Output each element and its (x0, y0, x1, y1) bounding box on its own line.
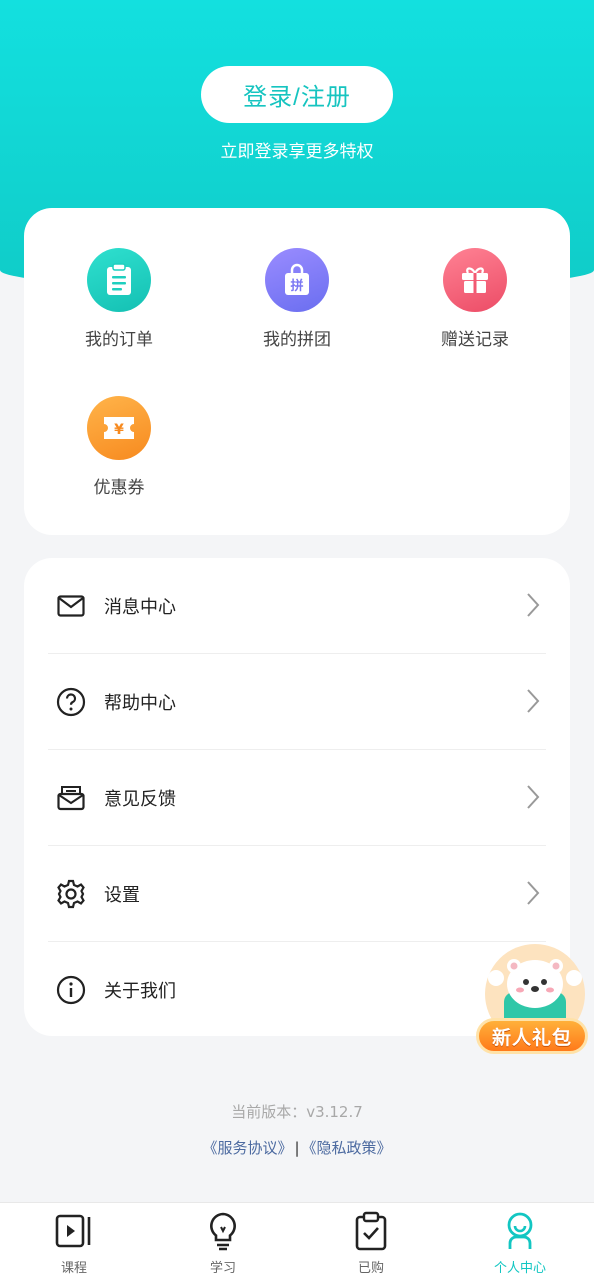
my-orders-label: 我的订单 (85, 330, 153, 350)
menu-item-settings[interactable]: 设置 (48, 846, 546, 941)
tab-purchased[interactable]: 已购 (321, 1211, 421, 1276)
login-tip-text: 立即登录享更多特权 (220, 142, 374, 162)
login-register-button[interactable]: 登录/注册 (201, 66, 393, 123)
menu-item-messages[interactable]: 消息中心 (48, 558, 546, 653)
tab-study[interactable]: 学习 (173, 1211, 273, 1276)
menu-item-about[interactable]: 关于我们 (48, 942, 546, 1037)
person-icon (507, 1212, 533, 1249)
chevron-right-icon (526, 784, 540, 814)
mail-icon (56, 591, 86, 621)
bottom-tab-bar: 课程 学习 已购 个人中心 (0, 1202, 594, 1281)
legal-links: 《服务协议》 | 《隐私政策》 (0, 1137, 594, 1158)
feedback-envelope-icon (56, 783, 86, 813)
gift-records-label: 赠送记录 (441, 330, 509, 350)
group-buy-bag-icon: 拼 (265, 248, 329, 312)
coupon-ticket-icon: ¥ (87, 396, 151, 460)
tab-label: 已购 (357, 1261, 384, 1276)
menu-item-feedback[interactable]: 意见反馈 (48, 750, 546, 845)
svg-text:¥: ¥ (114, 422, 124, 438)
info-circle-icon (56, 975, 86, 1005)
lightbulb-icon (210, 1212, 236, 1251)
svg-text:拼: 拼 (290, 278, 303, 294)
link-separator: | (294, 1139, 300, 1157)
menu-item-label: 意见反馈 (104, 788, 176, 810)
help-circle-icon (56, 687, 86, 717)
gear-icon (56, 879, 86, 909)
chevron-right-icon (526, 688, 540, 718)
menu-item-label: 关于我们 (104, 980, 176, 1002)
tab-label: 个人中心 (493, 1261, 546, 1276)
video-course-icon (55, 1214, 91, 1248)
tab-label: 课程 (60, 1261, 87, 1276)
service-agreement-link[interactable]: 《服务协议》 (202, 1139, 292, 1157)
my-orders-item[interactable]: 我的订单 (59, 248, 179, 350)
new-user-gift-button[interactable]: 新人礼包 (474, 944, 592, 1060)
chevron-right-icon (526, 880, 540, 910)
menu-item-label: 消息中心 (104, 596, 176, 618)
tab-profile[interactable]: 个人中心 (470, 1211, 570, 1276)
my-group-buy-item[interactable]: 拼 我的拼团 (237, 248, 357, 350)
quick-actions-card: 我的订单 拼 我的拼团 赠送记录 ¥ 优惠券 (24, 208, 570, 535)
gift-box-icon (443, 248, 507, 312)
menu-item-label: 设置 (104, 884, 140, 906)
coupons-label: 优惠券 (93, 478, 145, 498)
menu-item-label: 帮助中心 (104, 692, 176, 714)
tab-label: 学习 (209, 1261, 236, 1276)
new-user-gift-label: 新人礼包 (476, 1018, 588, 1054)
app-version-text: 当前版本：v3.12.7 (231, 1103, 363, 1121)
privacy-policy-link[interactable]: 《隐私政策》 (302, 1139, 392, 1157)
order-clipboard-icon (87, 248, 151, 312)
gift-records-item[interactable]: 赠送记录 (415, 248, 535, 350)
coupons-item[interactable]: ¥ 优惠券 (59, 396, 179, 498)
menu-item-help[interactable]: 帮助中心 (48, 654, 546, 749)
my-group-buy-label: 我的拼团 (263, 330, 331, 350)
chevron-right-icon (526, 592, 540, 622)
purchased-clipboard-icon (355, 1211, 387, 1251)
tab-courses[interactable]: 课程 (24, 1211, 124, 1276)
